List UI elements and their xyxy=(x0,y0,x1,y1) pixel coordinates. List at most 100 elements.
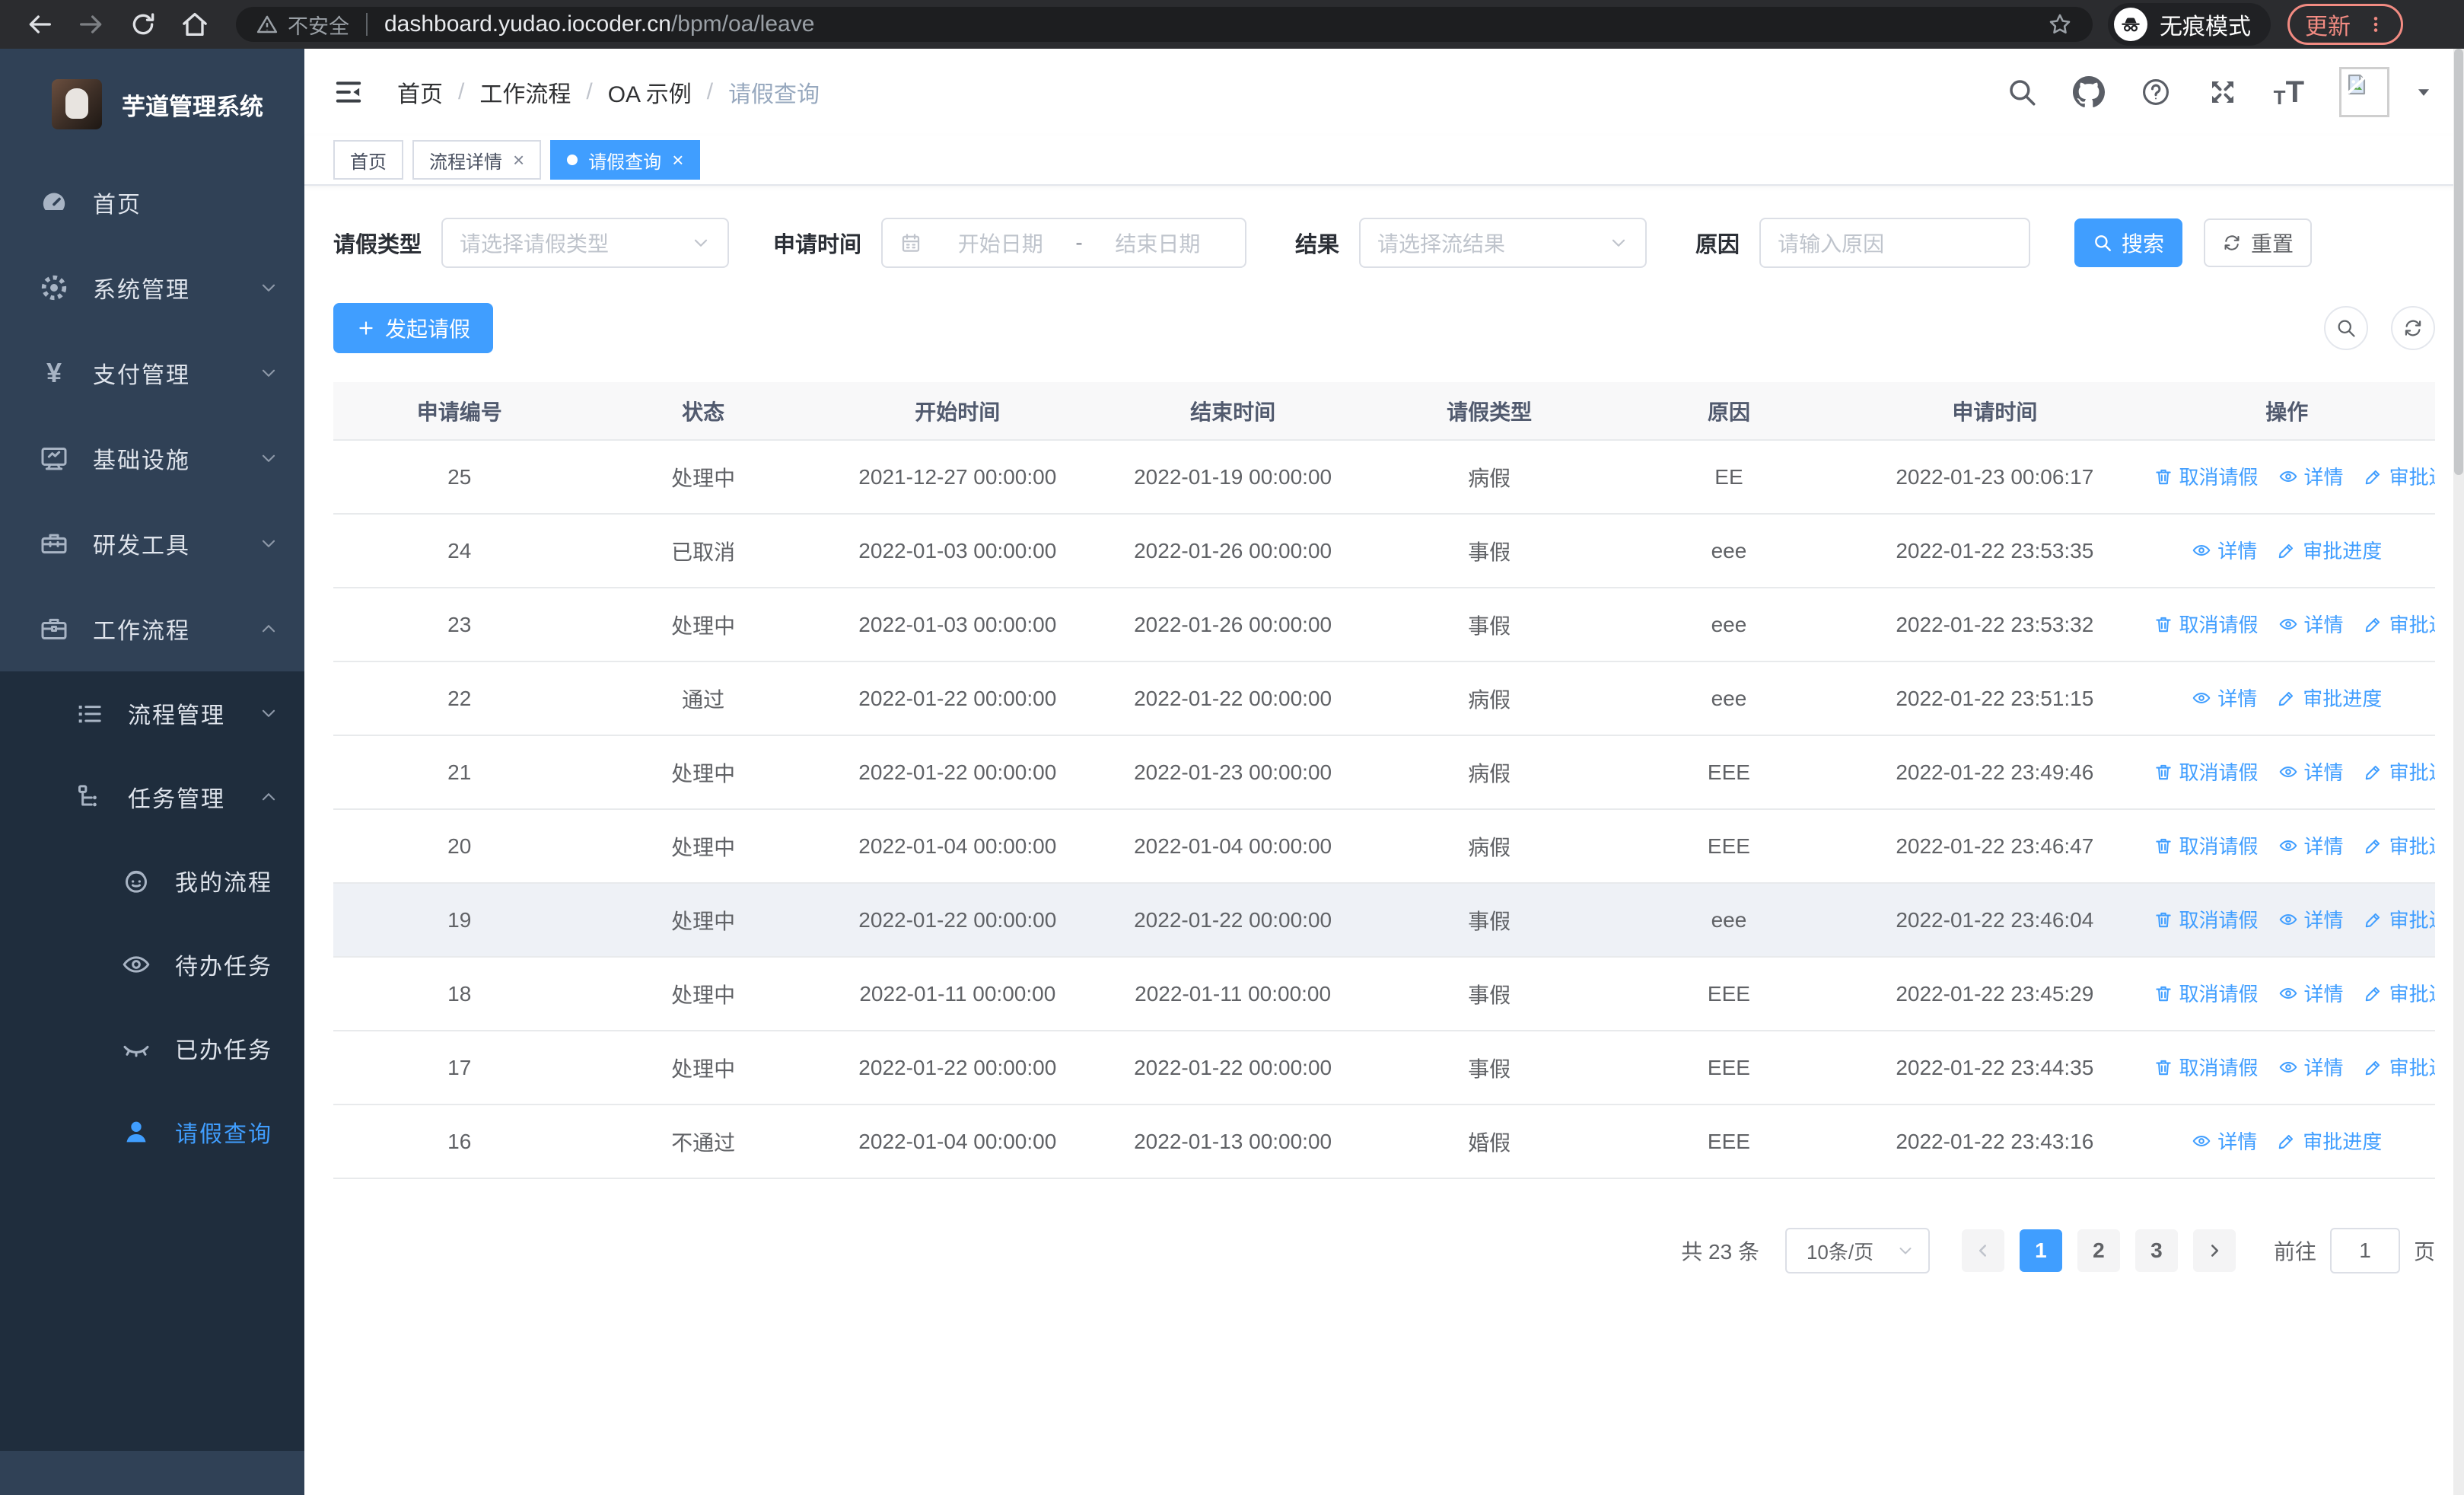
action-progress-link[interactable]: 审批进度 xyxy=(2364,979,2435,1007)
tag-tabs: 首页 流程详情 × 请假查询 × xyxy=(304,135,2464,186)
action-cancel-link[interactable]: 取消请假 xyxy=(2154,610,2259,638)
action-progress-link[interactable]: 审批进度 xyxy=(2277,536,2382,564)
action-progress-link[interactable]: 审批进度 xyxy=(2364,610,2435,638)
action-progress-link[interactable]: 审批进度 xyxy=(2277,1127,2382,1155)
apply-time-range-picker[interactable]: 开始日期 - 结束日期 xyxy=(881,218,1247,268)
action-progress-link[interactable]: 审批进度 xyxy=(2364,757,2435,786)
page-size-select[interactable]: 10条/页 xyxy=(1784,1228,1930,1273)
sidebar-fold-icon[interactable] xyxy=(333,77,364,107)
table-refresh-button[interactable] xyxy=(2391,306,2435,350)
action-cancel-link[interactable]: 取消请假 xyxy=(2154,979,2259,1007)
action-detail-link[interactable]: 详情 xyxy=(2278,979,2344,1007)
home-icon[interactable] xyxy=(180,9,210,40)
url-path[interactable]: /bpm/oa/leave xyxy=(671,11,814,37)
url-host[interactable]: dashboard.yudao.iocoder.cn xyxy=(384,11,671,37)
header-search-icon[interactable] xyxy=(2006,76,2038,108)
sidebar-item-devtools[interactable]: 研发工具 xyxy=(0,501,304,586)
page-scrollbar[interactable] xyxy=(2453,49,2464,1495)
filter-bar: 请假类型 请选择请假类型 申请时间 开始日期 - 结束日期 结果 请选择流结果 xyxy=(333,218,2435,268)
bookmark-star-icon[interactable] xyxy=(2047,11,2073,37)
action-cancel-link[interactable]: 取消请假 xyxy=(2154,831,2259,859)
tab-home[interactable]: 首页 xyxy=(333,140,403,180)
col-header-type: 请假类型 xyxy=(1371,382,1607,441)
cell-apply-time: 2022-01-22 23:53:35 xyxy=(1851,514,2139,588)
action-cancel-link[interactable]: 取消请假 xyxy=(2154,905,2259,933)
sidebar-item-task-mgmt[interactable]: 任务管理 xyxy=(0,755,304,839)
action-detail-link[interactable]: 详情 xyxy=(2192,684,2257,712)
tab-process-detail[interactable]: 流程详情 × xyxy=(412,140,542,180)
action-detail-link[interactable]: 详情 xyxy=(2192,1127,2257,1155)
sidebar-item-process-mgmt[interactable]: 流程管理 xyxy=(0,671,304,755)
table-row: 23 处理中 2022-01-03 00:00:00 2022-01-26 00… xyxy=(333,588,2435,662)
fullscreen-icon[interactable] xyxy=(2207,76,2239,108)
action-detail-link[interactable]: 详情 xyxy=(2278,757,2344,786)
breadcrumb-oa-example[interactable]: OA 示例 xyxy=(608,75,692,109)
cell-id: 19 xyxy=(333,883,586,958)
sidebar-item-leave-query[interactable]: 请假查询 xyxy=(0,1090,304,1174)
address-bar[interactable]: 不安全 dashboard.yudao.iocoder.cn/bpm/oa/le… xyxy=(236,7,2093,42)
github-icon[interactable] xyxy=(2072,76,2105,108)
incognito-icon xyxy=(2114,8,2147,41)
sidebar-item-todo-tasks[interactable]: 待办任务 xyxy=(0,923,304,1006)
tab-leave-query[interactable]: 请假查询 × xyxy=(550,140,701,180)
prev-page-button[interactable] xyxy=(1961,1229,2004,1272)
close-icon[interactable]: × xyxy=(513,150,524,170)
result-label: 结果 xyxy=(1295,233,1340,257)
sidebar-item-workflow[interactable]: 工作流程 xyxy=(0,586,304,671)
app-logo[interactable]: 芋道管理系统 xyxy=(0,49,304,160)
sidebar-item-system[interactable]: 系统管理 xyxy=(0,245,304,330)
action-cancel-link[interactable]: 取消请假 xyxy=(2154,462,2259,490)
next-page-button[interactable] xyxy=(2192,1229,2236,1272)
cell-end-time: 2022-01-19 00:00:00 xyxy=(1094,440,1372,515)
reset-button[interactable]: 重置 xyxy=(2204,218,2313,267)
security-label[interactable]: 不安全 xyxy=(288,10,349,40)
sidebar-item-infra[interactable]: 基础设施 xyxy=(0,416,304,501)
action-detail-link[interactable]: 详情 xyxy=(2278,905,2344,933)
breadcrumb-home[interactable]: 首页 xyxy=(397,75,443,109)
update-button[interactable]: 更新 xyxy=(2287,4,2403,45)
font-size-icon[interactable]: TT xyxy=(2274,77,2304,107)
create-leave-button[interactable]: 发起请假 xyxy=(333,303,494,353)
sidebar-item-my-process[interactable]: 我的流程 xyxy=(0,839,304,923)
action-detail-link[interactable]: 详情 xyxy=(2192,536,2257,564)
sidebar-item-payment[interactable]: ¥ 支付管理 xyxy=(0,330,304,416)
cell-leave-type: 婚假 xyxy=(1371,1105,1607,1179)
help-icon[interactable] xyxy=(2140,76,2172,108)
action-cancel-link[interactable]: 取消请假 xyxy=(2154,757,2259,786)
avatar-caret-icon[interactable] xyxy=(2414,82,2434,102)
browser-menu-icon[interactable] xyxy=(2366,14,2386,34)
action-progress-link[interactable]: 审批进度 xyxy=(2364,1053,2435,1081)
page-button-3[interactable]: 3 xyxy=(2135,1229,2178,1272)
reload-icon[interactable] xyxy=(128,9,158,40)
forward-icon[interactable] xyxy=(76,9,107,40)
reason-input[interactable]: 请输入原因 xyxy=(1759,218,2031,268)
action-detail-link[interactable]: 详情 xyxy=(2278,462,2344,490)
action-progress-link[interactable]: 审批进度 xyxy=(2364,831,2435,859)
close-icon[interactable]: × xyxy=(672,150,683,170)
back-icon[interactable] xyxy=(24,9,55,40)
page-button-1[interactable]: 1 xyxy=(2019,1229,2062,1272)
cell-apply-time: 2022-01-22 23:49:46 xyxy=(1851,735,2139,810)
search-button[interactable]: 搜索 xyxy=(2074,218,2183,267)
result-select[interactable]: 请选择流结果 xyxy=(1359,218,1647,268)
action-detail-link[interactable]: 详情 xyxy=(2278,1053,2344,1081)
goto-page-input[interactable] xyxy=(2329,1228,2400,1273)
action-detail-link[interactable]: 详情 xyxy=(2278,831,2344,859)
table-search-toggle-button[interactable] xyxy=(2324,306,2368,350)
breadcrumb-workflow[interactable]: 工作流程 xyxy=(479,75,571,109)
leave-type-label: 请假类型 xyxy=(333,233,422,257)
sidebar-item-home[interactable]: 首页 xyxy=(0,160,304,245)
sidebar-item-done-tasks[interactable]: 已办任务 xyxy=(0,1006,304,1090)
action-cancel-link[interactable]: 取消请假 xyxy=(2154,1053,2259,1081)
action-detail-link[interactable]: 详情 xyxy=(2278,610,2344,638)
action-progress-link[interactable]: 审批进度 xyxy=(2277,684,2382,712)
scrollbar-thumb[interactable] xyxy=(2454,49,2463,475)
avatar[interactable] xyxy=(2339,67,2389,117)
search-icon xyxy=(2095,235,2111,251)
action-progress-link[interactable]: 审批进度 xyxy=(2364,905,2435,933)
page-button-2[interactable]: 2 xyxy=(2077,1229,2120,1272)
dashboard-icon xyxy=(38,186,70,218)
cell-start-time: 2022-01-03 00:00:00 xyxy=(820,514,1094,588)
action-progress-link[interactable]: 审批进度 xyxy=(2364,462,2435,490)
leave-type-select[interactable]: 请选择请假类型 xyxy=(441,218,730,268)
